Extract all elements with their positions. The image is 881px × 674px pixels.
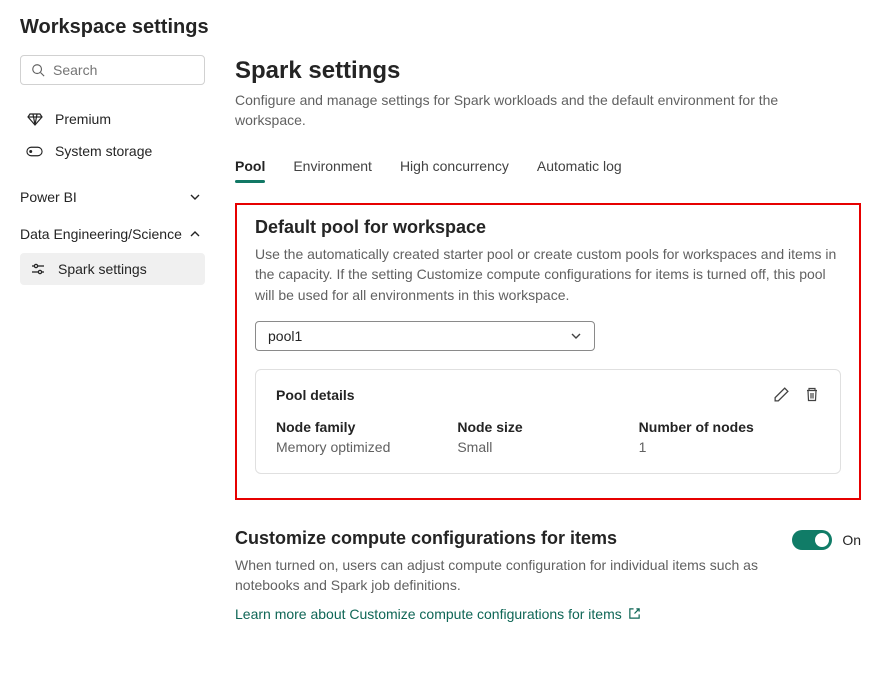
diamond-icon <box>26 111 43 127</box>
num-nodes: Number of nodes 1 <box>639 419 820 455</box>
sidebar-section-data-eng[interactable]: Data Engineering/Science <box>20 215 205 253</box>
pencil-icon <box>773 386 790 403</box>
node-size-value: Small <box>457 439 638 455</box>
sidebar-item-premium[interactable]: Premium <box>20 103 205 135</box>
default-pool-section: Default pool for workspace Use the autom… <box>235 203 861 500</box>
pool-details-card: Pool details <box>255 369 841 474</box>
node-size-label: Node size <box>457 419 638 435</box>
node-size: Node size Small <box>457 419 638 455</box>
pool-dropdown-value: pool1 <box>268 328 302 344</box>
search-box[interactable] <box>20 55 205 85</box>
customize-title: Customize compute configurations for ite… <box>235 528 772 549</box>
main-title: Spark settings <box>235 57 861 85</box>
default-pool-title: Default pool for workspace <box>255 217 841 238</box>
tab-pool[interactable]: Pool <box>235 150 265 182</box>
chevron-down-icon <box>189 191 201 203</box>
customize-section: Customize compute configurations for ite… <box>235 528 861 622</box>
node-family: Node family Memory optimized <box>276 419 457 455</box>
customize-toggle[interactable] <box>792 530 832 550</box>
tab-environment[interactable]: Environment <box>293 150 372 182</box>
sidebar-item-label: Premium <box>55 111 111 127</box>
node-family-label: Node family <box>276 419 457 435</box>
edit-button[interactable] <box>773 386 790 403</box>
sidebar: Premium System storage Power BI Data Eng… <box>20 55 205 622</box>
sidebar-item-spark-settings[interactable]: Spark settings <box>20 253 205 285</box>
sidebar-item-system-storage[interactable]: System storage <box>20 135 205 167</box>
tab-high-concurrency[interactable]: High concurrency <box>400 150 509 182</box>
main-description: Configure and manage settings for Spark … <box>235 91 795 130</box>
tab-automatic-log[interactable]: Automatic log <box>537 150 622 182</box>
search-input[interactable] <box>53 62 194 78</box>
chevron-up-icon <box>189 228 201 240</box>
num-nodes-label: Number of nodes <box>639 419 820 435</box>
learn-more-link[interactable]: Learn more about Customize compute confi… <box>235 606 641 622</box>
default-pool-description: Use the automatically created starter po… <box>255 244 841 305</box>
node-family-value: Memory optimized <box>276 439 457 455</box>
section-label: Power BI <box>20 189 77 205</box>
main-content: Spark settings Configure and manage sett… <box>235 55 861 622</box>
storage-icon <box>26 146 43 157</box>
learn-more-text: Learn more about Customize compute confi… <box>235 606 622 622</box>
trash-icon <box>804 386 820 403</box>
customize-description: When turned on, users can adjust compute… <box>235 555 772 596</box>
chevron-down-icon <box>570 330 582 342</box>
search-icon <box>31 63 45 77</box>
section-label: Data Engineering/Science <box>20 225 182 243</box>
page-title: Workspace settings <box>20 16 861 39</box>
sidebar-item-label: System storage <box>55 143 152 159</box>
external-link-icon <box>628 607 641 620</box>
sidebar-item-label: Spark settings <box>58 261 147 277</box>
num-nodes-value: 1 <box>639 439 820 455</box>
sliders-icon <box>30 261 46 277</box>
pool-details-header: Pool details <box>276 387 355 403</box>
toggle-state-label: On <box>842 532 861 548</box>
sidebar-section-power-bi[interactable]: Power BI <box>20 179 205 215</box>
pool-dropdown[interactable]: pool1 <box>255 321 595 351</box>
delete-button[interactable] <box>804 386 820 403</box>
tabs: Pool Environment High concurrency Automa… <box>235 150 861 183</box>
